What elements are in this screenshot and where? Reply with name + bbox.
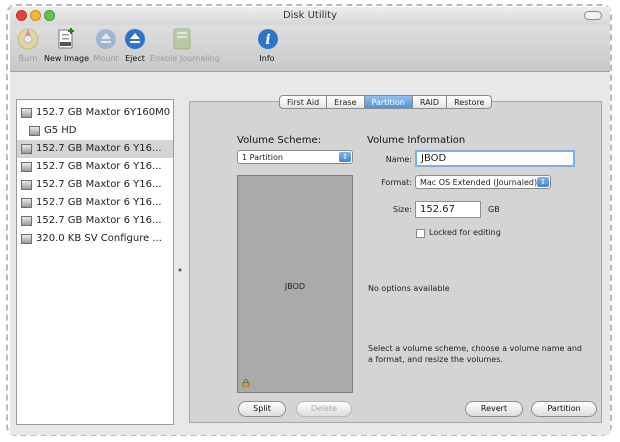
info-label: Info	[259, 54, 275, 63]
help-text: Select a volume scheme, choose a volume …	[368, 344, 583, 364]
toolbar-toggle-button[interactable]	[584, 11, 602, 20]
mount-label: Mount	[93, 54, 119, 63]
new-image-button[interactable]: New Image	[44, 27, 90, 69]
disk-list[interactable]: 152.7 GB Maxtor 6Y160M0 G5 HD 152.7 GB M…	[16, 99, 174, 425]
volume-scheme-value: 1 Partition	[242, 153, 283, 162]
delete-button[interactable]: Delete	[296, 401, 352, 417]
hard-disk-icon	[21, 180, 32, 190]
revert-button[interactable]: Revert	[465, 401, 523, 417]
volume-name-field[interactable]: JBOD	[415, 150, 575, 167]
disk-item-label: 152.7 GB Maxtor 6 Y16...	[36, 179, 162, 190]
disk-item[interactable]: 152.7 GB Maxtor 6 Y16...	[17, 212, 173, 230]
format-value: Mac OS Extended (Journaled)	[420, 178, 538, 187]
disk-item-label: G5 HD	[44, 125, 77, 136]
disk-item-selected[interactable]: 152.7 GB Maxtor 6 Y16...	[17, 140, 173, 158]
svg-text:i: i	[265, 32, 270, 48]
popup-arrows-icon: ↕	[339, 152, 351, 162]
locked-checkbox[interactable]	[416, 229, 425, 238]
mount-button[interactable]: Mount	[92, 27, 120, 69]
disk-item[interactable]: 152.7 GB Maxtor 6 Y16...	[17, 194, 173, 212]
split-button[interactable]: Split	[238, 401, 286, 417]
locked-label: Locked for editing	[429, 228, 501, 237]
toolbar: Burn New Image Mount Eject Enable Journa…	[10, 25, 610, 72]
volume-scheme-diagram[interactable]: JBOD	[237, 175, 353, 393]
lock-icon[interactable]	[242, 379, 250, 387]
mount-icon	[96, 29, 116, 49]
disk-item-label: 320.0 KB SV Configure ...	[36, 233, 162, 244]
enable-journaling-button[interactable]: Enable Journaling	[150, 27, 220, 69]
hard-disk-icon	[21, 162, 32, 172]
disk-item-label: 152.7 GB Maxtor 6 Y16...	[36, 143, 162, 154]
hard-disk-icon	[21, 108, 32, 118]
hard-disk-icon	[21, 144, 32, 154]
info-button[interactable]: i Info	[256, 27, 278, 69]
disk-item[interactable]: 152.7 GB Maxtor 6Y160M0	[17, 104, 173, 122]
burn-icon	[17, 28, 39, 50]
partition-label: JBOD	[284, 282, 306, 291]
splitter-handle-icon[interactable]	[177, 267, 183, 273]
hard-disk-icon	[21, 198, 32, 208]
disk-item-label: 152.7 GB Maxtor 6 Y16...	[36, 161, 162, 172]
volume-information-title: Volume Information	[367, 135, 466, 146]
eject-label: Eject	[125, 54, 145, 63]
volume-item[interactable]: G5 HD	[17, 122, 173, 140]
tab-restore[interactable]: Restore	[447, 95, 493, 109]
size-field[interactable]: 152.67	[415, 201, 481, 218]
new-image-label: New Image	[44, 54, 90, 63]
format-label: Format:	[381, 178, 412, 187]
size-unit: GB	[488, 205, 500, 214]
name-label: Name:	[385, 155, 412, 164]
disk-item[interactable]: 152.7 GB Maxtor 6 Y16...	[17, 176, 173, 194]
size-label: Size:	[392, 205, 412, 214]
popup-arrows-icon: ↕	[537, 177, 549, 187]
hard-disk-icon	[21, 216, 32, 226]
disk-item-label: 152.7 GB Maxtor 6 Y16...	[36, 215, 162, 226]
tab-partition[interactable]: Partition	[364, 95, 413, 109]
hard-disk-icon	[29, 126, 40, 136]
disk-item[interactable]: 320.0 KB SV Configure ...	[17, 230, 173, 248]
burn-label: Burn	[18, 54, 38, 63]
disk-item[interactable]: 152.7 GB Maxtor 6 Y16...	[17, 158, 173, 176]
new-image-icon	[58, 28, 74, 49]
tab-first-aid[interactable]: First Aid	[279, 95, 328, 109]
disk-utility-window: Disk Utility Burn New Image Mount Eject …	[10, 7, 610, 435]
journaling-icon	[173, 28, 191, 50]
eject-button[interactable]: Eject	[122, 27, 148, 69]
volume-scheme-title: Volume Scheme:	[237, 135, 321, 146]
burn-button[interactable]: Burn	[14, 27, 42, 69]
enable-journaling-label: Enable Journaling	[150, 54, 220, 63]
tab-raid[interactable]: RAID	[412, 95, 448, 109]
hard-disk-icon	[21, 234, 32, 244]
title-bar[interactable]: Disk Utility	[10, 7, 610, 25]
tab-bar: First Aid Erase Partition RAID Restore	[279, 95, 493, 109]
disk-item-label: 152.7 GB Maxtor 6 Y16...	[36, 197, 162, 208]
partition-button[interactable]: Partition	[531, 401, 597, 417]
disk-item-label: 152.7 GB Maxtor 6Y160M0	[36, 107, 171, 118]
format-popup[interactable]: Mac OS Extended (Journaled) ↕	[415, 175, 551, 189]
options-text: No options available	[368, 284, 450, 293]
window-title: Disk Utility	[282, 10, 338, 21]
info-icon: i	[258, 29, 278, 49]
volume-scheme-popup[interactable]: 1 Partition ↕	[237, 150, 353, 164]
tab-erase[interactable]: Erase	[327, 95, 365, 109]
eject-icon	[125, 29, 145, 49]
